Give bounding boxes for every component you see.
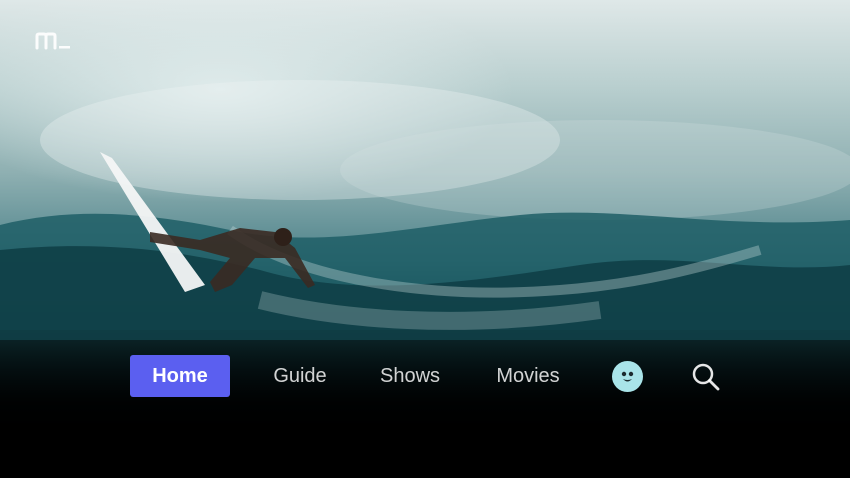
nav-item-shows[interactable]: Shows — [368, 355, 452, 397]
hero-surf-illustration — [0, 80, 850, 340]
profile-avatar-button[interactable] — [612, 361, 643, 392]
hero-background-image — [0, 0, 850, 478]
search-icon — [692, 363, 720, 391]
tv-home-screen: Home Guide Shows Movies — [0, 0, 850, 478]
search-button[interactable] — [690, 361, 722, 393]
nav-item-home[interactable]: Home — [130, 355, 230, 397]
nav-item-guide[interactable]: Guide — [262, 355, 338, 397]
nav-item-movies[interactable]: Movies — [482, 355, 574, 397]
main-navigation: Home Guide Shows Movies — [0, 355, 850, 399]
profile-avatar-icon — [621, 371, 634, 382]
m-underscore-logo-icon — [34, 30, 72, 52]
